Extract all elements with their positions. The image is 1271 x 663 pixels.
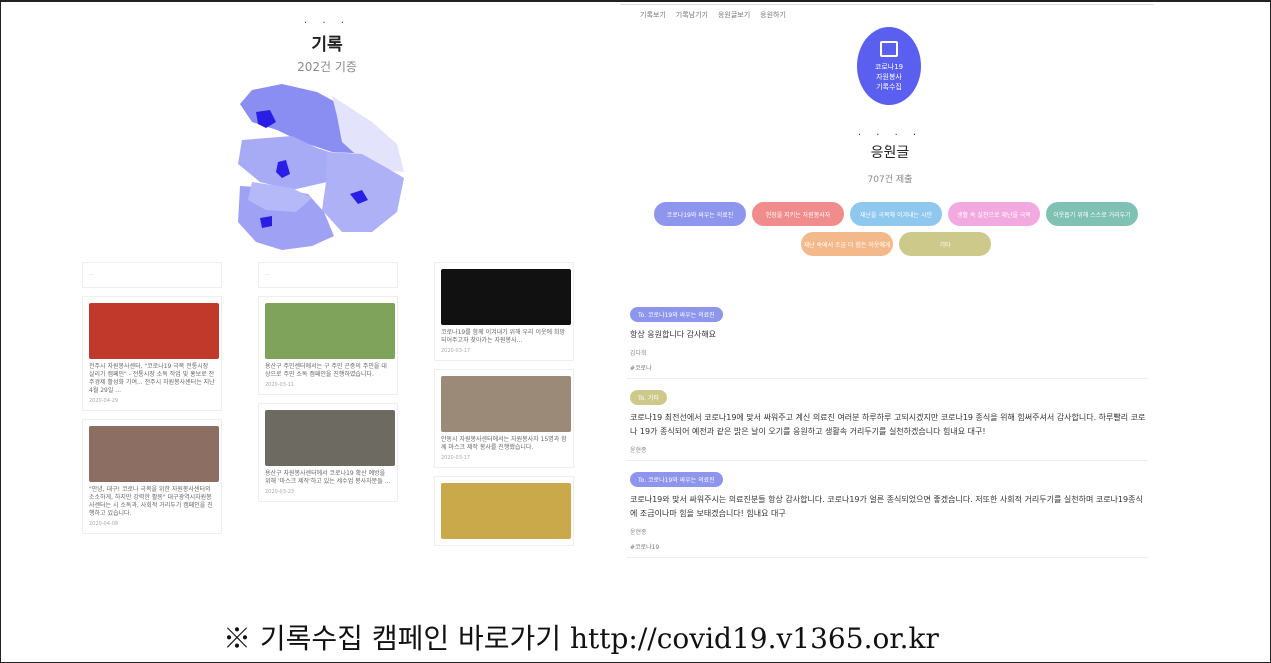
nav-view-records[interactable]: 기록보기 xyxy=(640,10,666,20)
cheer-post-list: To. 코로나19와 싸우는 의료진 항상 응원합니다 감사해요 김다희 #코로… xyxy=(626,296,1148,558)
record-card[interactable]: "안녕, 대구! 코로나 극복을 위한 자원봉사센터의 소소하게, 하지만 강력… xyxy=(82,419,222,534)
campaign-link-text[interactable]: ※ 기록수집 캠페인 바로가기 http://covid19.v1365.or.… xyxy=(223,617,1243,657)
card-text: "안녕, 대구! 코로나 극복을 위한 자원봉사센터의 소소하게, 하지만 강력… xyxy=(89,486,213,517)
record-panel: · · · 기록 202건 기증 ··· 전주시 자원봉사센터, "코로나19 … xyxy=(82,6,582,576)
card-text: 코로나19를 함께 이겨내기 위해 우리 이웃에 희망 되어주고자 찾아가는 자… xyxy=(441,329,565,344)
record-card[interactable]: 용산구 자원봉사센터에서 코로나19 확산 예방을 위해 '마스크 제작'하고 … xyxy=(258,403,398,502)
record-count: 202건 기증 xyxy=(297,60,357,74)
card-text: 용산구 주민센터에서는 구 주민 곤중의 주민을 대상으로 주민 소독 캠페인을… xyxy=(265,363,387,378)
cheer-panel: 기록보기 기록남기기 응원글보기 응원하기 코로나19 자원봉사 기록수집 · … xyxy=(620,0,1160,570)
card-meta: 2020-03-23 xyxy=(265,489,295,495)
category-volunteers[interactable]: 현장을 지키는 자원봉사자 xyxy=(752,202,844,226)
card-meta: 2020-04-08 xyxy=(89,521,119,527)
category-neighbors[interactable]: 재난 속에서 조금 더 힘든 이웃에게 xyxy=(801,232,893,256)
divider xyxy=(620,4,1154,5)
card-meta: 2020-03-17 xyxy=(441,455,471,461)
cheer-title: 응원글 xyxy=(870,145,910,161)
record-card[interactable]: ··· xyxy=(258,262,398,288)
cheer-post[interactable]: To. 기타 코로나19 최전선에서 코로나19에 맞서 싸워주고 계신 의료진… xyxy=(626,379,1148,461)
top-nav: 기록보기 기록남기기 응원글보기 응원하기 xyxy=(640,10,786,20)
record-column-1: ··· 전주시 자원봉사센터, "코로나19 극복 전통시장 살리기 캠페인" … xyxy=(82,262,222,542)
record-card[interactable]: ··· xyxy=(82,262,222,288)
post-body: 코로나19와 맞서 싸워주시는 의료진분들 항상 감사합니다. 코로나19가 얼… xyxy=(630,495,1143,518)
card-meta: 2020-03-17 xyxy=(441,348,471,354)
post-tag: To. 기타 xyxy=(630,390,668,405)
record-card[interactable]: 용산구 주민센터에서는 구 주민 곤중의 주민을 대상으로 주민 소독 캠페인을… xyxy=(258,296,398,395)
category-filters: 코로나19와 싸우는 의료진 현장을 지키는 자원봉사자 재난을 극복해 이겨내… xyxy=(646,202,1146,256)
nav-write-cheer[interactable]: 응원하기 xyxy=(760,10,786,20)
record-card[interactable]: 코로나19를 함께 이겨내기 위해 우리 이웃에 희망 되어주고자 찾아가는 자… xyxy=(434,262,574,361)
record-card[interactable] xyxy=(434,476,574,546)
post-author: 윤현종 xyxy=(630,447,647,454)
category-distancing[interactable]: 이웃돕기 위해 스스로 거리두기 xyxy=(1046,202,1138,226)
badge-line-1: 코로나19 xyxy=(874,62,904,71)
card-photo xyxy=(441,376,571,432)
post-tag: To. 코로나19와 싸우는 의료진 xyxy=(630,307,723,322)
card-photo xyxy=(441,269,571,325)
card-photo xyxy=(265,303,395,359)
nav-view-cheers[interactable]: 응원글보기 xyxy=(718,10,750,20)
record-card[interactable]: 안동시 자원봉사센터에서는 자원봉사자 15명과 함께 마스크 제작 봉사를 진… xyxy=(434,369,574,468)
card-photo xyxy=(441,483,571,539)
card-photo xyxy=(89,426,219,482)
badge-line-2: 자원봉사 xyxy=(876,72,902,81)
post-body: 항상 응원합니다 감사해요 xyxy=(630,330,717,339)
card-meta: 2020-03-11 xyxy=(265,382,295,388)
campaign-badge[interactable]: 코로나19 자원봉사 기록수집 xyxy=(857,27,921,105)
card-text: 용산구 자원봉사센터에서 코로나19 확산 예방을 위해 '마스크 제작'하고 … xyxy=(265,470,391,485)
cheer-post[interactable]: To. 코로나19와 싸우는 의료진 항상 응원합니다 감사해요 김다희 #코로… xyxy=(626,296,1148,379)
nav-add-record[interactable]: 기록남기기 xyxy=(676,10,708,20)
post-hashtag: #코로나 xyxy=(630,365,652,372)
card-text: 안동시 자원봉사센터에서는 자원봉사자 15명과 함께 마스크 제작 봉사를 진… xyxy=(441,436,567,451)
korea-map[interactable] xyxy=(222,82,422,262)
record-column-3: 코로나19를 함께 이겨내기 위해 우리 이웃에 희망 되어주고자 찾아가는 자… xyxy=(434,262,574,554)
card-photo xyxy=(89,303,219,359)
cheer-post[interactable]: To. 코로나19와 싸우는 의료진 코로나19와 맞서 싸워주시는 의료진분들… xyxy=(626,461,1148,558)
record-title: 기록 xyxy=(311,35,343,55)
category-citizens[interactable]: 재난을 극복해 이겨내는 시민 xyxy=(850,202,942,226)
card-meta: ··· xyxy=(89,272,94,278)
category-daily-life[interactable]: 생활 속 실천으로 재난을 극복 xyxy=(948,202,1040,226)
card-meta: ··· xyxy=(265,272,270,278)
decorative-dots: · · · xyxy=(304,18,350,29)
record-card[interactable]: 전주시 자원봉사센터, "코로나19 극복 전통시장 살리기 캠페인" - 전통… xyxy=(82,296,222,411)
post-tag: To. 코로나19와 싸우는 의료진 xyxy=(630,472,723,487)
post-body: 코로나19 최전선에서 코로나19에 맞서 싸워주고 계신 의료진 여러분 하루… xyxy=(630,413,1146,436)
card-photo xyxy=(265,410,395,466)
map-hotspot-gwangju[interactable] xyxy=(260,216,272,228)
post-author: 김다희 xyxy=(630,350,647,357)
cheer-count: 707건 제출 xyxy=(867,175,913,185)
post-hashtag: #코로나19 xyxy=(630,544,660,551)
archive-box-icon xyxy=(880,40,898,57)
badge-line-3: 기록수집 xyxy=(876,82,902,91)
post-author: 윤현종 xyxy=(630,529,647,536)
category-etc[interactable]: 기타 xyxy=(899,232,991,256)
card-text: 전주시 자원봉사센터, "코로나19 극복 전통시장 살리기 캠페인" - 전통… xyxy=(89,363,215,394)
card-meta: 2020-04-29 xyxy=(89,398,119,404)
record-column-2: ··· 용산구 주민센터에서는 구 주민 곤중의 주민을 대상으로 주민 소독 … xyxy=(258,262,398,510)
category-medical[interactable]: 코로나19와 싸우는 의료진 xyxy=(654,202,746,226)
